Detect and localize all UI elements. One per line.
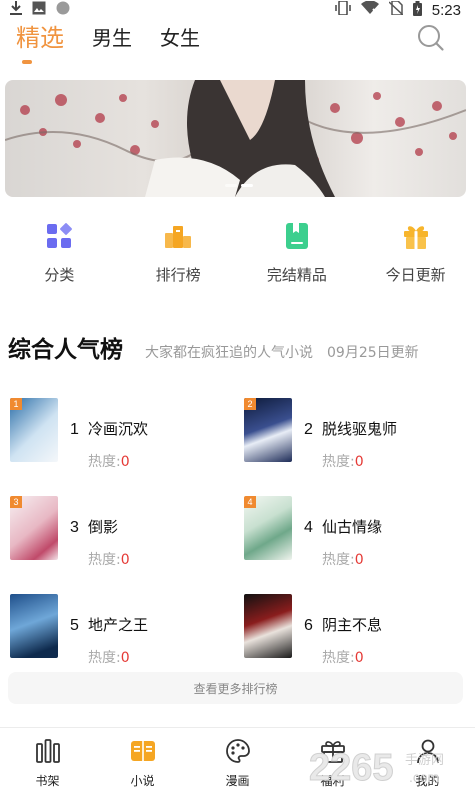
nav-label: 书架 [35, 774, 60, 788]
gift-icon [402, 222, 430, 250]
ranking-list: 1 1冷画沉欢 热度:0 2 2脱线驱鬼师 热度:0 3 3倒影 热度:0 [0, 398, 475, 692]
heat-value: 0 [120, 454, 130, 470]
rank-badge: 3 [10, 496, 22, 508]
quick-entry-bar: 分类 排行榜 完结精品 今日更新 [0, 222, 475, 285]
book-cover: 1 [10, 398, 58, 462]
promo-banner[interactable] [5, 80, 466, 197]
book-title: 倒影 [88, 518, 119, 536]
heat-label: 热度: [88, 454, 121, 470]
rank-number: 6 [304, 617, 313, 634]
watermark-domain: .com [409, 769, 439, 785]
entry-label: 分类 [44, 266, 75, 284]
book-title: 仙古情缘 [322, 518, 383, 536]
more-rankings-button[interactable]: 查看更多排行榜 [8, 672, 463, 704]
book-cover [10, 594, 58, 658]
heat-label: 热度: [322, 454, 355, 470]
book-title: 阴主不息 [322, 616, 383, 634]
entry-label: 排行榜 [155, 266, 201, 284]
nav-label: 小说 [130, 774, 155, 788]
entry-label: 今日更新 [385, 266, 446, 284]
book-cover: 2 [244, 398, 292, 462]
entry-completed[interactable]: 完结精品 [238, 222, 357, 285]
rank-badge: 1 [10, 398, 22, 410]
book-icon [130, 738, 156, 764]
status-bar: 5:23 [0, 0, 475, 20]
palette-icon [225, 738, 251, 764]
entry-label: 完结精品 [266, 266, 327, 284]
vibrate-icon [335, 0, 351, 19]
book-title: 脱线驱鬼师 [322, 420, 398, 438]
ranking-item[interactable]: 2 2 脱线驱鬼师 热度:0 [236, 398, 472, 496]
tab-female[interactable]: 女生 [160, 20, 200, 56]
watermark-number: 2265 [309, 747, 394, 789]
grid-icon [45, 222, 73, 250]
active-tab-indicator [22, 60, 32, 64]
banner-illustration [5, 80, 466, 197]
status-time: 5:23 [431, 1, 461, 19]
tab-featured[interactable]: 精选 [16, 20, 64, 56]
entry-ranking[interactable]: 排行榜 [119, 222, 238, 285]
nav-comic[interactable]: 漫画 [190, 728, 285, 795]
book-title: 冷画沉欢 [88, 420, 149, 438]
book-cover: 4 [244, 496, 292, 560]
tab-male[interactable]: 男生 [92, 20, 132, 56]
no-sim-icon [388, 0, 404, 19]
section-subtitle: 大家都在疯狂追的人气小说 [145, 345, 313, 361]
search-icon[interactable] [417, 24, 445, 52]
rank-number: 2 [304, 421, 313, 438]
download-icon [10, 1, 22, 19]
update-date: 09月25日更新 [327, 345, 419, 361]
watermark-suffix: 手游网 [405, 753, 444, 768]
heat-value: 0 [120, 552, 130, 568]
heat-label: 热度: [88, 552, 121, 568]
heat-value: 0 [354, 552, 364, 568]
heat-value: 0 [354, 650, 364, 666]
podium-icon [164, 222, 192, 250]
nav-label: 漫画 [225, 774, 250, 788]
circle-icon [56, 1, 70, 19]
rank-number: 1 [70, 421, 79, 438]
heat-value: 0 [354, 454, 364, 470]
wifi-off-icon [360, 0, 379, 19]
ranking-section-header: 综合人气榜 大家都在疯狂追的人气小说 09月25日更新 [8, 330, 468, 364]
bookshelf-icon [35, 738, 61, 764]
pagination-dot-active[interactable] [241, 184, 253, 187]
heat-label: 热度: [322, 552, 355, 568]
battery-icon [412, 0, 422, 20]
nav-bookshelf[interactable]: 书架 [0, 728, 95, 795]
nav-novel[interactable]: 小说 [95, 728, 190, 795]
rank-badge: 4 [244, 496, 256, 508]
book-mark-icon [283, 222, 311, 250]
banner-pagination [225, 184, 253, 187]
heat-label: 热度: [322, 650, 355, 666]
site-watermark: 2265 手游网 .com [309, 747, 444, 790]
ranking-item[interactable]: 1 1 冷画沉欢 热度:0 [0, 398, 236, 496]
ranking-item[interactable]: 4 4 仙古情缘 热度:0 [236, 496, 472, 594]
rank-number: 3 [70, 519, 79, 536]
section-title: 综合人气榜 [8, 337, 123, 363]
book-cover [244, 594, 292, 658]
book-title: 地产之王 [88, 616, 149, 634]
rank-number: 4 [304, 519, 313, 536]
rank-badge: 2 [244, 398, 256, 410]
entry-category[interactable]: 分类 [0, 222, 119, 285]
pagination-dot[interactable] [225, 184, 237, 187]
entry-today-update[interactable]: 今日更新 [356, 222, 475, 285]
heat-value: 0 [120, 650, 130, 666]
top-tab-bar: 精选 男生 女生 [0, 20, 475, 68]
heat-label: 热度: [88, 650, 121, 666]
rank-number: 5 [70, 617, 79, 634]
book-cover: 3 [10, 496, 58, 560]
ranking-item[interactable]: 3 3 倒影 热度:0 [0, 496, 236, 594]
image-icon [32, 1, 46, 19]
